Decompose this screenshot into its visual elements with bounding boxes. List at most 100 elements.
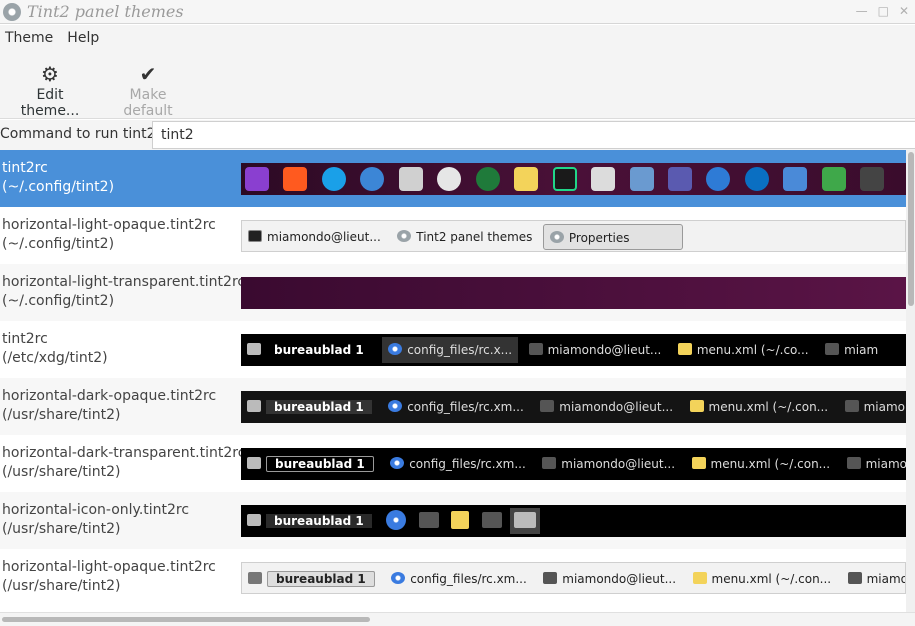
vertical-scroll-thumb[interactable] <box>908 152 914 306</box>
theme-preview <box>241 277 906 309</box>
task-label: menu.xml (~/.co... <box>696 343 809 357</box>
theme-path: (/usr/share/tint2) <box>2 578 121 594</box>
task-item: menu.xml (~/.con... <box>684 394 835 420</box>
app-gear-icon <box>3 2 21 21</box>
task-item: miam <box>819 337 884 363</box>
monitor-icon <box>540 400 555 412</box>
task-label: miam <box>844 343 879 357</box>
gear-icon <box>549 231 564 243</box>
toolbar: ⚙ Edit theme... ✔ Make default <box>0 51 915 119</box>
theme-row[interactable]: horizontal-icon-only.tint2rc (/usr/share… <box>0 492 906 549</box>
theme-name: horizontal-dark-transparent.tint2rc <box>2 445 246 461</box>
theme-preview: bureaublad 1 config_files/rc.xm... miamo… <box>241 562 906 594</box>
command-input[interactable] <box>152 121 915 149</box>
theme-name: tint2rc <box>2 331 48 347</box>
task-label: Properties <box>568 231 630 245</box>
task-label: miamondo@ <box>866 572 905 586</box>
task-item: menu.xml (~/.co... <box>672 337 815 363</box>
make-default-button[interactable]: ✔ Make default <box>105 61 191 119</box>
make-default-label: Make default <box>123 87 173 119</box>
horizontal-scrollbar[interactable] <box>0 612 915 626</box>
monitor-icon <box>481 512 502 528</box>
theme-row[interactable]: tint2rc (/etc/xdg/tint2) bureaublad 1 co… <box>0 321 906 378</box>
monitor-icon <box>846 457 861 469</box>
theme-name-block: tint2rc (~/.config/tint2) <box>2 159 114 197</box>
task-item: miamondo@ <box>841 451 906 477</box>
edit-theme-label: Edit theme... <box>20 87 80 119</box>
thunderbird-icon <box>360 167 385 191</box>
brave-icon <box>283 167 308 191</box>
pycharm-icon <box>552 167 577 191</box>
theme-row[interactable]: horizontal-light-opaque.tint2rc (/usr/sh… <box>0 549 906 606</box>
launcher-icon <box>245 167 269 191</box>
close-icon[interactable]: ✕ <box>899 4 909 18</box>
maximize-icon[interactable]: □ <box>878 4 889 18</box>
window-title: Tint2 panel themes <box>27 2 184 21</box>
menu-theme[interactable]: Theme <box>0 30 58 46</box>
desktop-switch-icon <box>247 514 261 526</box>
task-label: config_files/rc.xm... <box>409 457 526 471</box>
theme-name-block: horizontal-light-opaque.tint2rc (~/.conf… <box>2 216 216 254</box>
desktop-switch-icon <box>247 457 261 469</box>
theme-path: (~/.config/tint2) <box>2 179 115 195</box>
theme-row[interactable]: horizontal-dark-opaque.tint2rc (/usr/sha… <box>0 378 906 435</box>
theme-row[interactable]: tint2rc (~/.config/tint2) <box>0 150 906 207</box>
task-item: config_files/rc.xm... <box>384 451 532 477</box>
theme-preview: bureaublad 1 config_files/rc.x... miamon… <box>241 334 906 366</box>
theme-path: (~/.config/tint2) <box>2 236 115 252</box>
theme-preview <box>241 163 906 195</box>
task-item: menu.xml (~/.con... <box>687 566 838 592</box>
desktop-label: bureaublad 1 <box>274 343 364 357</box>
task-label: Tint2 panel themes <box>416 230 533 244</box>
desktop-label: bureaublad 1 <box>266 456 374 472</box>
gear-icon <box>397 230 412 242</box>
menu-help[interactable]: Help <box>62 30 104 46</box>
task-item: miamondo@lieut... <box>536 451 681 477</box>
monitor-icon <box>418 512 439 528</box>
edit-theme-button[interactable]: ⚙ Edit theme... <box>8 61 92 119</box>
task-icon-item <box>415 508 443 534</box>
theme-row[interactable]: horizontal-light-opaque.tint2rc (~/.conf… <box>0 207 906 264</box>
theme-row[interactable]: horizontal-dark-transparent.tint2rc (/us… <box>0 435 906 492</box>
task-icon-item <box>478 508 506 534</box>
minimize-icon[interactable]: — <box>856 4 868 18</box>
writer-icon <box>783 167 808 191</box>
desktop-switch-icon <box>248 572 262 584</box>
desktop-switch-icon <box>247 343 261 355</box>
theme-name: tint2rc <box>2 160 48 176</box>
monitor-icon <box>860 167 885 191</box>
horizontal-scroll-thumb[interactable] <box>2 617 370 622</box>
task-item: miamondo@lieut... <box>523 337 668 363</box>
theme-list: tint2rc (~/.config/tint2) horizontal-lig… <box>0 150 906 612</box>
theme-path: (/usr/share/tint2) <box>2 521 121 537</box>
monitor-icon <box>844 400 859 412</box>
task-item: miamondo@lieut... <box>537 566 682 592</box>
theme-name: horizontal-light-opaque.tint2rc <box>2 217 216 233</box>
note-icon <box>691 457 706 469</box>
note-icon <box>689 400 704 412</box>
theme-preview: bureaublad 1 <box>241 505 906 537</box>
theme-path: (/usr/share/tint2) <box>2 407 121 423</box>
g-icon <box>706 167 731 191</box>
monitor-icon <box>847 572 862 584</box>
task-label: config_files/rc.xm... <box>410 572 527 586</box>
task-label: miamondo@lieut... <box>267 230 381 244</box>
check-icon: ✔ <box>139 62 157 86</box>
note-icon <box>451 511 470 529</box>
theme-name-block: horizontal-light-opaque.tint2rc (/usr/sh… <box>2 558 216 596</box>
theme-path: (~/.config/tint2) <box>2 293 115 309</box>
task-item: bureaublad 1 <box>241 394 378 420</box>
task-item: bureaublad 1 <box>241 508 378 534</box>
theme-name: horizontal-light-transparent.tint2rc <box>2 274 246 290</box>
theme-preview: bureaublad 1 config_files/rc.xm... miamo… <box>241 391 906 423</box>
theme-preview: miamondo@lieut... Tint2 panel themes Pro… <box>241 220 906 252</box>
task-item-active: Properties <box>542 224 683 250</box>
monitor-icon <box>825 343 840 355</box>
vertical-scrollbar[interactable] <box>906 150 915 612</box>
window-controls: — □ ✕ <box>856 4 909 18</box>
theme-row[interactable]: horizontal-light-transparent.tint2rc (~/… <box>0 264 906 321</box>
chrome-icon <box>386 510 407 530</box>
monitor-icon <box>542 457 557 469</box>
notes-icon <box>514 167 539 191</box>
monitor-icon <box>528 343 543 355</box>
